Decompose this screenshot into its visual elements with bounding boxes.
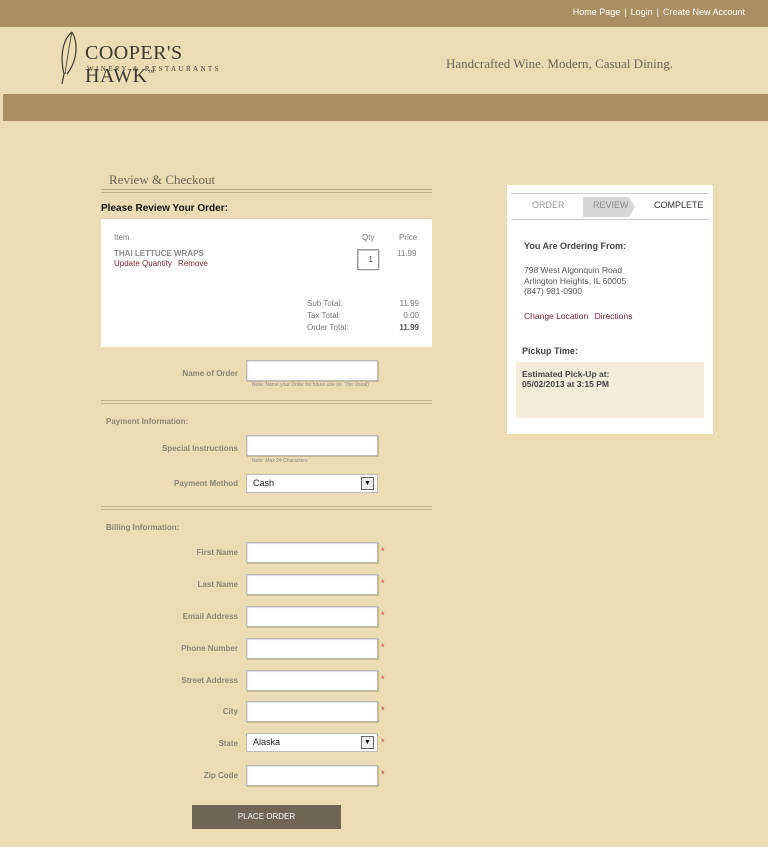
name-of-order-note: Note: Name your Order for future use (ie…	[252, 382, 369, 388]
email-input[interactable]	[246, 606, 378, 627]
required-mark: *	[381, 610, 385, 620]
ordering-from-heading: You Are Ordering From:	[524, 241, 627, 251]
divider	[101, 400, 432, 404]
tagline: Handcrafted Wine. Modern, Casual Dining.	[446, 56, 674, 71]
state-value: Alaska	[253, 737, 281, 747]
required-mark: *	[381, 578, 385, 588]
separator: |	[656, 7, 659, 17]
tax-value: 0.00	[403, 311, 419, 320]
address-line: 798 West Algonquin Road	[524, 265, 623, 275]
banner-strip	[3, 94, 768, 121]
separator: |	[624, 7, 627, 17]
column-header-item: Item	[114, 233, 130, 242]
chevron-down-icon[interactable]: ▼	[361, 736, 374, 749]
item-price: 11.99	[397, 249, 417, 258]
required-mark: *	[381, 769, 385, 779]
required-mark: *	[381, 674, 385, 684]
street-address-input[interactable]	[246, 670, 378, 691]
remove-item-link[interactable]: Remove	[178, 259, 208, 268]
street-address-label: Street Address	[181, 676, 238, 685]
billing-section-label: Billing Information:	[106, 523, 180, 532]
payment-method-value: Cash	[253, 478, 275, 488]
update-quantity-link[interactable]: Update Quantity	[114, 259, 172, 268]
order-summary: Item Qty Price THAI LETTUCE WRAPS Update…	[101, 219, 432, 347]
order-info-panel: ORDER REVIEW COMPLETE You Are Ordering F…	[507, 185, 713, 434]
tax-label: Tax Total:	[307, 311, 341, 320]
divider	[101, 189, 432, 193]
restaurant-phone: (847) 981-0900	[524, 286, 583, 296]
subtotal-row: Sub Total: 11.99	[307, 299, 419, 311]
page-title: Review & Checkout	[109, 172, 216, 187]
change-location-link[interactable]: Change Location	[524, 311, 588, 321]
place-order-button[interactable]: PLACE ORDER	[192, 805, 341, 829]
step-review: REVIEW	[593, 200, 629, 210]
state-select[interactable]: Alaska ▼	[246, 733, 378, 752]
phone-input[interactable]	[246, 638, 378, 659]
required-mark: *	[381, 642, 385, 652]
last-name-input[interactable]	[246, 574, 378, 595]
create-account-link[interactable]: Create New Account	[663, 7, 745, 17]
name-of-order-input[interactable]	[246, 360, 378, 381]
estimated-time: 05/02/2013 at 3:15 PM	[522, 379, 609, 389]
first-name-label: First Name	[196, 548, 238, 557]
special-instructions-label: Special Instructions	[161, 444, 238, 453]
chevron-down-icon[interactable]: ▼	[361, 477, 374, 490]
directions-link[interactable]: Directions	[595, 311, 633, 321]
phone-label: Phone Number	[181, 644, 238, 653]
coopers-hawk-logo[interactable]: COOPER'S HAWK™ WINERY & RESTAURANTS	[58, 30, 248, 87]
order-totals: Sub Total: 11.99 Tax Total: 0.00 Order Tot…	[307, 299, 419, 335]
review-heading: Please Review Your Order:	[101, 203, 228, 214]
order-total-label: Order Total:	[307, 323, 349, 332]
city-input[interactable]	[246, 701, 378, 722]
pickup-time-heading: Pickup Time:	[522, 346, 578, 356]
location-links: Change Location Directions	[524, 311, 636, 321]
required-mark: *	[381, 737, 385, 747]
zip-code-label: Zip Code	[203, 771, 238, 780]
email-label: Email Address	[182, 612, 238, 621]
name-of-order-label: Name of Order	[182, 369, 238, 378]
top-links: Home Page | Login | Create New Account	[573, 7, 745, 17]
subtotal-value: 11.99	[399, 299, 419, 308]
subtotal-label: Sub Total:	[307, 299, 343, 308]
payment-method-label: Payment Method	[173, 479, 238, 488]
estimated-label: Estimated Pick-Up at:	[522, 369, 610, 379]
order-total-value: 11.99	[399, 323, 419, 332]
last-name-label: Last Name	[197, 580, 238, 589]
step-order: ORDER	[532, 200, 565, 210]
column-header-qty: Qty	[362, 233, 375, 242]
city-label: City	[222, 707, 238, 716]
step-complete: COMPLETE	[654, 200, 704, 210]
required-mark: *	[381, 546, 385, 556]
home-page-link[interactable]: Home Page	[573, 7, 621, 17]
order-total-row: Order Total: 11.99	[307, 323, 419, 335]
brand-subtitle: WINERY & RESTAURANTS	[87, 65, 221, 73]
pickup-estimate: Estimated Pick-Up at: 05/02/2013 at 3:15…	[516, 362, 704, 418]
special-instructions-input[interactable]	[246, 435, 378, 456]
address-line: Arlington Heights, IL 60005	[524, 275, 627, 286]
divider	[101, 506, 432, 510]
login-link[interactable]: Login	[631, 7, 653, 17]
item-name: THAI LETTUCE WRAPS	[114, 249, 204, 258]
item-actions: Update Quantity Remove	[114, 259, 212, 268]
feather-icon	[61, 31, 77, 85]
special-instructions-note: Note: Max 24 Characters	[252, 458, 308, 464]
column-header-price: Price	[399, 233, 418, 242]
required-mark: *	[381, 705, 385, 715]
payment-section-label: Payment Information:	[106, 417, 189, 426]
checkout-steps: ORDER REVIEW COMPLETE	[511, 193, 709, 220]
quantity-input[interactable]: 1	[357, 249, 379, 270]
payment-method-select[interactable]: Cash ▼	[246, 474, 378, 493]
state-label: State	[218, 739, 238, 748]
tax-row: Tax Total: 0.00	[307, 311, 419, 323]
restaurant-address: 798 West Algonquin Road Arlington Height…	[524, 265, 626, 297]
zip-code-input[interactable]	[246, 765, 378, 786]
first-name-input[interactable]	[246, 542, 378, 563]
